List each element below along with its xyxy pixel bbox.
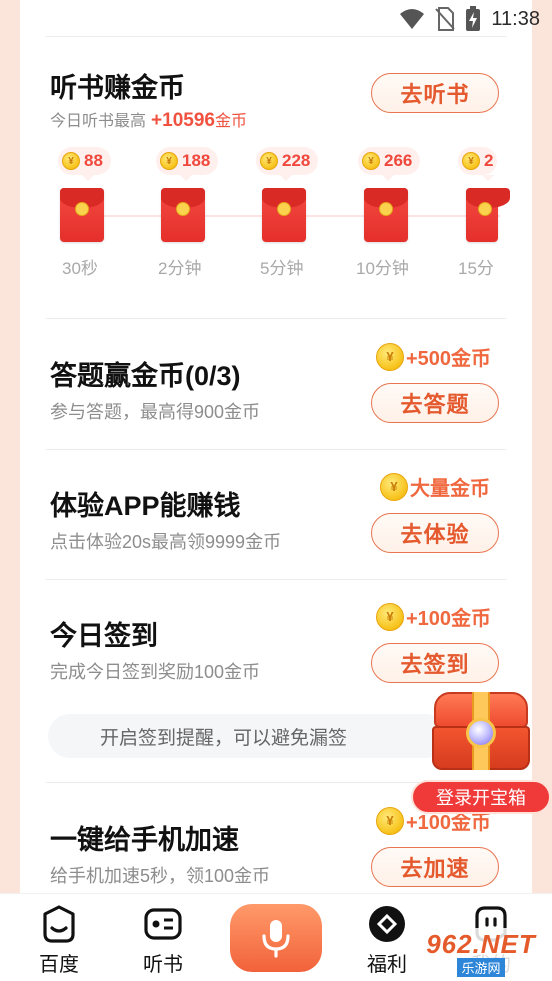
- task-title: 体验APP能赚钱: [50, 491, 241, 521]
- coin-icon: ¥: [376, 806, 404, 835]
- task-reward: ¥ 大量金币: [380, 472, 490, 501]
- nav-item-baidu[interactable]: 百度: [24, 904, 94, 977]
- divider: [46, 579, 506, 580]
- milestone-coin-pill: ¥ 2: [458, 147, 498, 181]
- nav-item-listen[interactable]: 听书: [128, 904, 198, 977]
- coin-icon: ¥: [376, 342, 404, 371]
- divider: [46, 318, 506, 319]
- coin-icon: ¥: [62, 152, 80, 170]
- coin-icon: ¥: [462, 152, 480, 170]
- task-subtitle: 点击体验20s最高领9999金币: [50, 532, 282, 552]
- divider: [46, 449, 506, 450]
- speedup-button[interactable]: 去加速: [371, 847, 499, 887]
- checkin-reminder-bar[interactable]: 开启签到提醒，可以避免漏签: [48, 714, 448, 758]
- voice-search-button[interactable]: [230, 904, 322, 972]
- coin-icon: ¥: [362, 152, 380, 170]
- task-reward: ¥ +500金币: [376, 342, 491, 371]
- red-envelope-icon[interactable]: [60, 188, 104, 242]
- task-title: 今日签到: [50, 621, 158, 651]
- battery-charging-icon: [466, 6, 481, 31]
- divider: [46, 36, 506, 37]
- quiz-button[interactable]: 去答题: [371, 383, 499, 423]
- coin-icon: ¥: [376, 602, 404, 631]
- milestone-coin-pill: ¥ 266: [358, 147, 421, 181]
- task-title: 答题赢金币(0/3): [50, 361, 241, 391]
- nav-item-welfare[interactable]: 福利: [352, 904, 422, 977]
- coin-icon: ¥: [260, 152, 278, 170]
- listen-subtitle: 今日听书最高 +10596金币: [50, 110, 247, 131]
- coin-icon: ¥: [380, 472, 408, 501]
- milestone-label: 30秒: [62, 259, 98, 278]
- milestone-label: 10分钟: [356, 259, 409, 278]
- task-subtitle: 完成今日签到奖励100金币: [50, 662, 261, 682]
- task-subtitle: 参与答题，最高得900金币: [50, 402, 261, 422]
- microphone-icon: [262, 920, 290, 958]
- clock: 11:38: [491, 7, 540, 30]
- red-envelope-icon[interactable]: [262, 188, 306, 242]
- red-envelope-icon[interactable]: [466, 188, 510, 242]
- red-envelope-icon[interactable]: [364, 188, 408, 242]
- coin-icon: ¥: [160, 152, 178, 170]
- status-bar: 11:38: [399, 6, 540, 32]
- welfare-diamond-icon: [369, 906, 405, 942]
- milestone-coin-pill: ¥ 188: [156, 147, 219, 181]
- open-chest-label[interactable]: 登录开宝箱: [411, 780, 551, 814]
- milestone-coin-pill: ¥ 88: [58, 147, 111, 181]
- checkin-button[interactable]: 去签到: [371, 643, 499, 683]
- milestone-label: 5分钟: [260, 259, 304, 278]
- milestone-coin-pill: ¥ 228: [256, 147, 319, 181]
- milestone-label: 2分钟: [158, 259, 202, 278]
- milestone-label: 15分: [458, 259, 494, 278]
- task-subtitle: 给手机加速5秒，领100金币: [50, 866, 271, 886]
- task-reward: ¥ +100金币: [376, 602, 491, 631]
- no-sim-icon: [435, 7, 456, 31]
- task-title: 一键给手机加速: [50, 825, 239, 855]
- treasure-chest-icon[interactable]: [428, 690, 538, 780]
- baidu-face-icon: [43, 905, 75, 943]
- listen-book-icon: [144, 908, 182, 940]
- wifi-icon: [400, 9, 425, 29]
- try-app-button[interactable]: 去体验: [371, 513, 499, 553]
- watermark-logo: 962.NET 乐游网: [414, 928, 548, 978]
- listen-title: 听书赚金币: [50, 73, 185, 103]
- red-envelope-icon[interactable]: [161, 188, 205, 242]
- listen-button[interactable]: 去听书: [371, 73, 499, 113]
